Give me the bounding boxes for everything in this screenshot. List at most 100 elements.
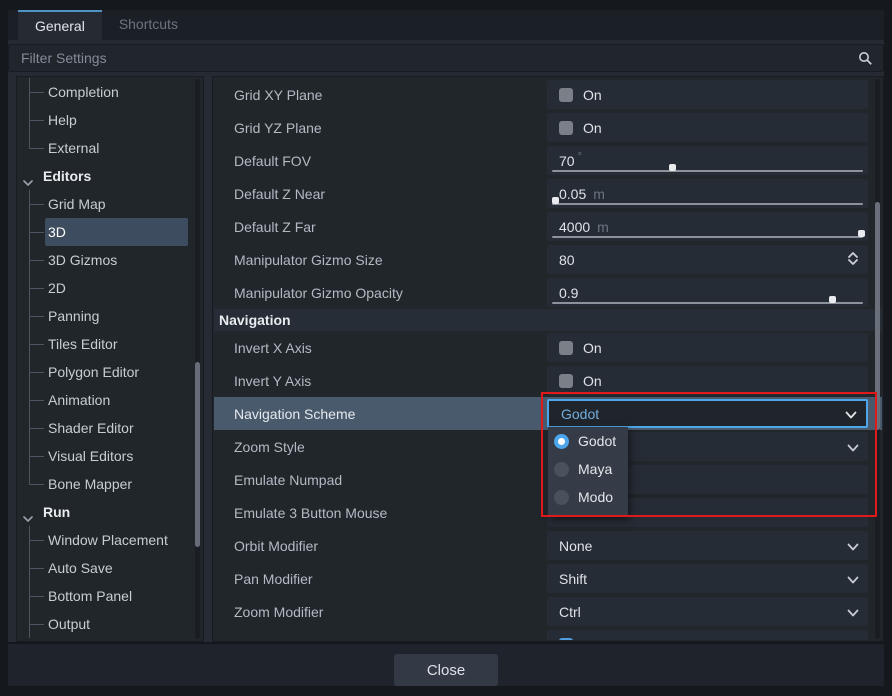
sidebar-item-label: 2D bbox=[18, 280, 66, 296]
sidebar-item-2d[interactable]: 2D bbox=[18, 274, 202, 302]
dropdown-value: Shift bbox=[559, 571, 587, 587]
updown-arrows-icon[interactable] bbox=[847, 251, 859, 268]
setting-row-navigation-scheme: Navigation SchemeGodot bbox=[214, 397, 882, 430]
inspector-scrollbar[interactable] bbox=[875, 79, 880, 639]
setting-value-grid-xy-plane[interactable]: On bbox=[547, 80, 868, 109]
chevron-down-icon[interactable] bbox=[847, 604, 859, 620]
setting-value-default-z-near[interactable]: 0.05m bbox=[547, 179, 868, 208]
sidebar-item-polygon-editor[interactable]: Polygon Editor bbox=[18, 358, 202, 386]
checkbox-label: On bbox=[583, 120, 602, 136]
sidebar-item-help[interactable]: Help bbox=[18, 106, 202, 134]
radio-icon bbox=[554, 434, 569, 449]
setting-row-default-z-far: Default Z Far4000m bbox=[214, 210, 882, 243]
dropdown-option-maya[interactable]: Maya bbox=[548, 455, 628, 483]
setting-value-manipulator-gizmo-opacity[interactable]: 0.9 bbox=[547, 278, 868, 307]
slider-track[interactable] bbox=[552, 203, 863, 205]
close-button[interactable]: Close bbox=[394, 654, 498, 686]
chevron-down-icon[interactable] bbox=[847, 538, 859, 554]
setting-value-invert-x-axis[interactable]: On bbox=[547, 333, 868, 362]
checkbox[interactable] bbox=[559, 121, 573, 135]
slider-value: 4000 bbox=[559, 219, 590, 235]
setting-row-invert-x-axis: Invert X AxisOn bbox=[214, 331, 882, 364]
filter-settings-bar[interactable] bbox=[8, 44, 884, 72]
dropdown-option-clipped bbox=[548, 511, 628, 517]
slider-track[interactable] bbox=[552, 170, 863, 172]
filter-settings-input[interactable] bbox=[19, 49, 858, 67]
setting-value-orbit-modifier[interactable]: None bbox=[547, 531, 868, 560]
tree-selection-highlight bbox=[45, 218, 188, 246]
setting-value-default-z-far[interactable]: 4000m bbox=[547, 212, 868, 241]
inspector-scrollbar-thumb[interactable] bbox=[875, 202, 880, 430]
setting-value-grid-yz-plane[interactable]: On bbox=[547, 113, 868, 142]
sidebar-item-animation[interactable]: Animation bbox=[18, 386, 202, 414]
tab-bar: GeneralShortcuts bbox=[8, 10, 884, 40]
setting-value-zoom-modifier[interactable]: Ctrl bbox=[547, 597, 868, 626]
checkbox[interactable] bbox=[559, 341, 573, 355]
sidebar-item-external[interactable]: External bbox=[18, 134, 202, 162]
navigation-scheme-dropdown-menu: Godot MayaModo bbox=[548, 427, 628, 517]
sidebar-item-bone-mapper[interactable]: Bone Mapper bbox=[18, 470, 202, 498]
setting-label: Navigation Scheme bbox=[214, 397, 547, 430]
unit-suffix: m bbox=[593, 186, 605, 202]
sidebar-item-output[interactable]: Output bbox=[18, 610, 202, 638]
sidebar-item-completion[interactable]: Completion bbox=[18, 78, 202, 106]
chevron-down-icon[interactable] bbox=[847, 571, 859, 587]
setting-label: Emulate Numpad bbox=[214, 463, 547, 496]
sidebar-item-bottom-panel[interactable]: Bottom Panel bbox=[18, 582, 202, 610]
setting-value-pan-modifier[interactable]: Shift bbox=[547, 564, 868, 593]
setting-label: Warped Mouse Panning bbox=[214, 628, 547, 640]
sidebar-item-label: Grid Map bbox=[18, 196, 106, 212]
sidebar-item-3d-gizmos[interactable]: 3D Gizmos bbox=[18, 246, 202, 274]
tab-general[interactable]: General bbox=[18, 10, 102, 40]
sidebar-item-label: Window Placement bbox=[18, 532, 168, 548]
slider-handle[interactable] bbox=[858, 230, 865, 237]
checkbox[interactable] bbox=[559, 374, 573, 388]
dropdown-option-label: Godot bbox=[578, 433, 616, 449]
setting-label: Orbit Modifier bbox=[214, 529, 547, 562]
setting-value-default-fov[interactable]: 70° bbox=[547, 146, 868, 175]
sidebar-item-panning[interactable]: Panning bbox=[18, 302, 202, 330]
sidebar-item-label: Shader Editor bbox=[18, 420, 134, 436]
sidebar-item-auto-save[interactable]: Auto Save bbox=[18, 554, 202, 582]
sidebar-scrollbar-thumb[interactable] bbox=[195, 362, 200, 547]
setting-label: Pan Modifier bbox=[214, 562, 547, 595]
search-icon bbox=[858, 51, 873, 66]
dialog-body: GeneralShortcuts CompletionHelp External E… bbox=[8, 10, 884, 686]
setting-row-grid-xy-plane: Grid XY PlaneOn bbox=[214, 78, 882, 111]
sidebar-item-editors[interactable]: Editors bbox=[18, 162, 202, 190]
slider-track[interactable] bbox=[552, 302, 863, 304]
sidebar-item-window-placement[interactable]: Window Placement bbox=[18, 526, 202, 554]
checkbox[interactable]: ✓ bbox=[559, 638, 573, 641]
setting-row-invert-y-axis: Invert Y AxisOn bbox=[214, 364, 882, 397]
sidebar-item-label: Editors bbox=[18, 168, 91, 184]
setting-value-navigation-scheme[interactable]: Godot bbox=[547, 399, 868, 428]
slider-handle[interactable] bbox=[552, 197, 559, 204]
slider-handle[interactable] bbox=[829, 296, 836, 303]
sidebar-item-label: Bottom Panel bbox=[18, 588, 132, 604]
sidebar-item-3d[interactable]: 3D bbox=[18, 218, 202, 246]
setting-value-invert-y-axis[interactable]: On bbox=[547, 366, 868, 395]
tab-shortcuts[interactable]: Shortcuts bbox=[102, 10, 195, 40]
sidebar-item-shader-editor[interactable]: Shader Editor bbox=[18, 414, 202, 442]
sidebar-item-run[interactable]: Run bbox=[18, 498, 202, 526]
sidebar-item-label: Visual Editors bbox=[18, 448, 133, 464]
setting-label: Invert X Axis bbox=[214, 331, 547, 364]
setting-value-manipulator-gizmo-size[interactable]: 80 bbox=[547, 245, 868, 274]
dropdown-option-godot[interactable]: Godot bbox=[548, 427, 628, 455]
sidebar-item-label: External bbox=[18, 140, 99, 156]
sidebar-item-label: Run bbox=[18, 504, 70, 520]
slider-track[interactable] bbox=[552, 236, 863, 238]
dropdown-option-modo[interactable]: Modo bbox=[548, 483, 628, 511]
dropdown-value: None bbox=[559, 538, 592, 554]
setting-label: Zoom Modifier bbox=[214, 595, 547, 628]
sidebar-item-tiles-editor[interactable]: Tiles Editor bbox=[18, 330, 202, 358]
sidebar-item-visual-editors[interactable]: Visual Editors bbox=[18, 442, 202, 470]
setting-value-warped-mouse-panning[interactable]: ✓ bbox=[547, 630, 868, 640]
chevron-down-icon[interactable] bbox=[845, 406, 857, 422]
setting-row-warped-mouse-panning: Warped Mouse Panning ✓ bbox=[214, 628, 882, 640]
slider-handle[interactable] bbox=[669, 164, 676, 171]
checkbox[interactable] bbox=[559, 88, 573, 102]
sidebar-item-grid-map[interactable]: Grid Map bbox=[18, 190, 202, 218]
sidebar-scrollbar[interactable] bbox=[195, 79, 200, 639]
chevron-down-icon[interactable] bbox=[847, 439, 859, 455]
